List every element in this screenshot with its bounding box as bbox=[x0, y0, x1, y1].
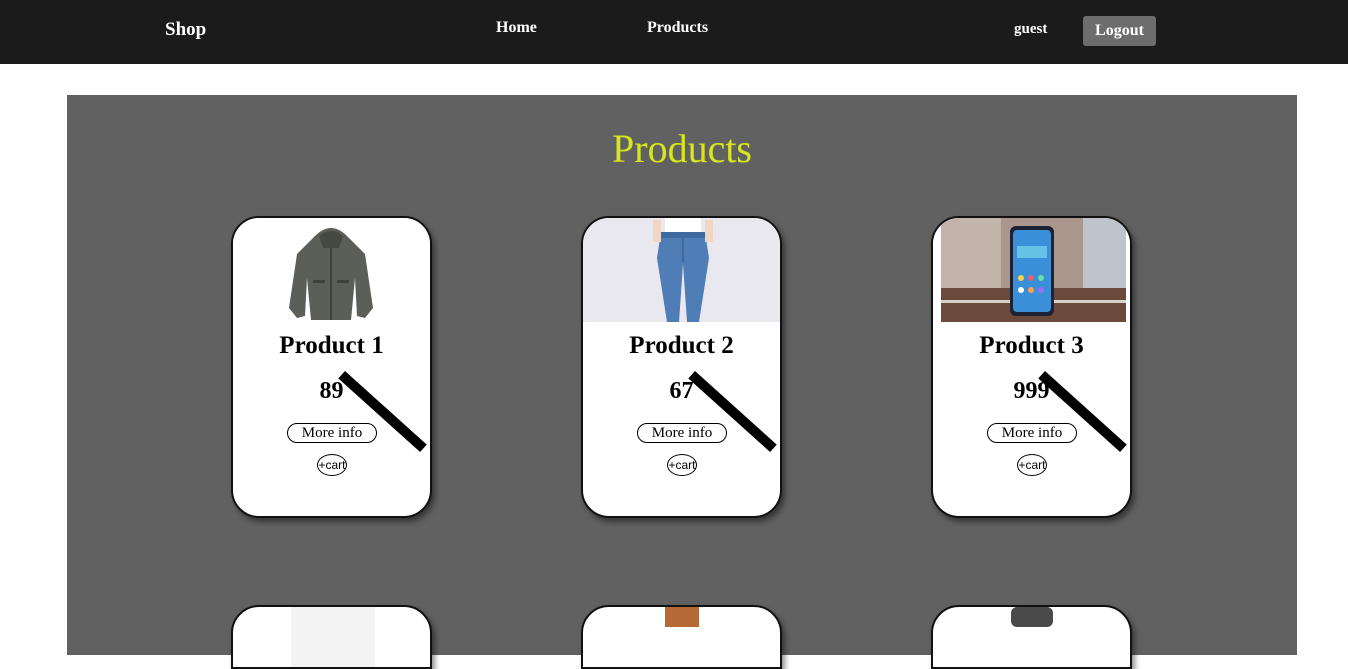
add-to-cart-button[interactable]: +cart bbox=[1017, 454, 1047, 476]
product-image-partial bbox=[1011, 607, 1053, 627]
username-label: guest bbox=[1014, 21, 1048, 37]
product-image-jacket[interactable] bbox=[233, 218, 430, 322]
product-price: 67 bbox=[669, 378, 694, 404]
product-card: Product 3 999 More info +cart bbox=[931, 216, 1132, 518]
nav-products-link[interactable]: Products bbox=[647, 19, 708, 37]
brand-logo[interactable]: Shop bbox=[165, 19, 206, 41]
product-name: Product 3 bbox=[979, 332, 1084, 359]
product-price: 89 bbox=[319, 378, 344, 404]
add-to-cart-button[interactable]: +cart bbox=[667, 454, 697, 476]
product-card-partial bbox=[231, 605, 432, 669]
product-image-partial bbox=[665, 607, 699, 627]
top-navbar: Shop Home Products guest Logout bbox=[0, 0, 1348, 64]
product-image-partial bbox=[291, 607, 375, 667]
more-info-button[interactable]: More info bbox=[987, 423, 1077, 443]
product-image-smartphone[interactable] bbox=[933, 218, 1130, 322]
product-image-jeans[interactable] bbox=[583, 218, 780, 322]
product-card: Product 2 67 More info +cart bbox=[581, 216, 782, 518]
product-price: 999 bbox=[1013, 378, 1050, 404]
add-to-cart-button[interactable]: +cart bbox=[317, 454, 347, 476]
logout-button[interactable]: Logout bbox=[1083, 16, 1156, 46]
product-card: Product 1 89 More info +cart bbox=[231, 216, 432, 518]
product-name: Product 2 bbox=[629, 332, 734, 359]
product-card-partial bbox=[931, 605, 1132, 669]
more-info-button[interactable]: More info bbox=[637, 423, 727, 443]
nav-home-link[interactable]: Home bbox=[496, 19, 537, 37]
page-title: Products bbox=[612, 126, 752, 171]
more-info-button[interactable]: More info bbox=[287, 423, 377, 443]
product-name: Product 1 bbox=[279, 332, 384, 359]
products-panel: Products Product 1 89 More info +cart Pr… bbox=[67, 95, 1297, 669]
product-card-partial bbox=[581, 605, 782, 669]
